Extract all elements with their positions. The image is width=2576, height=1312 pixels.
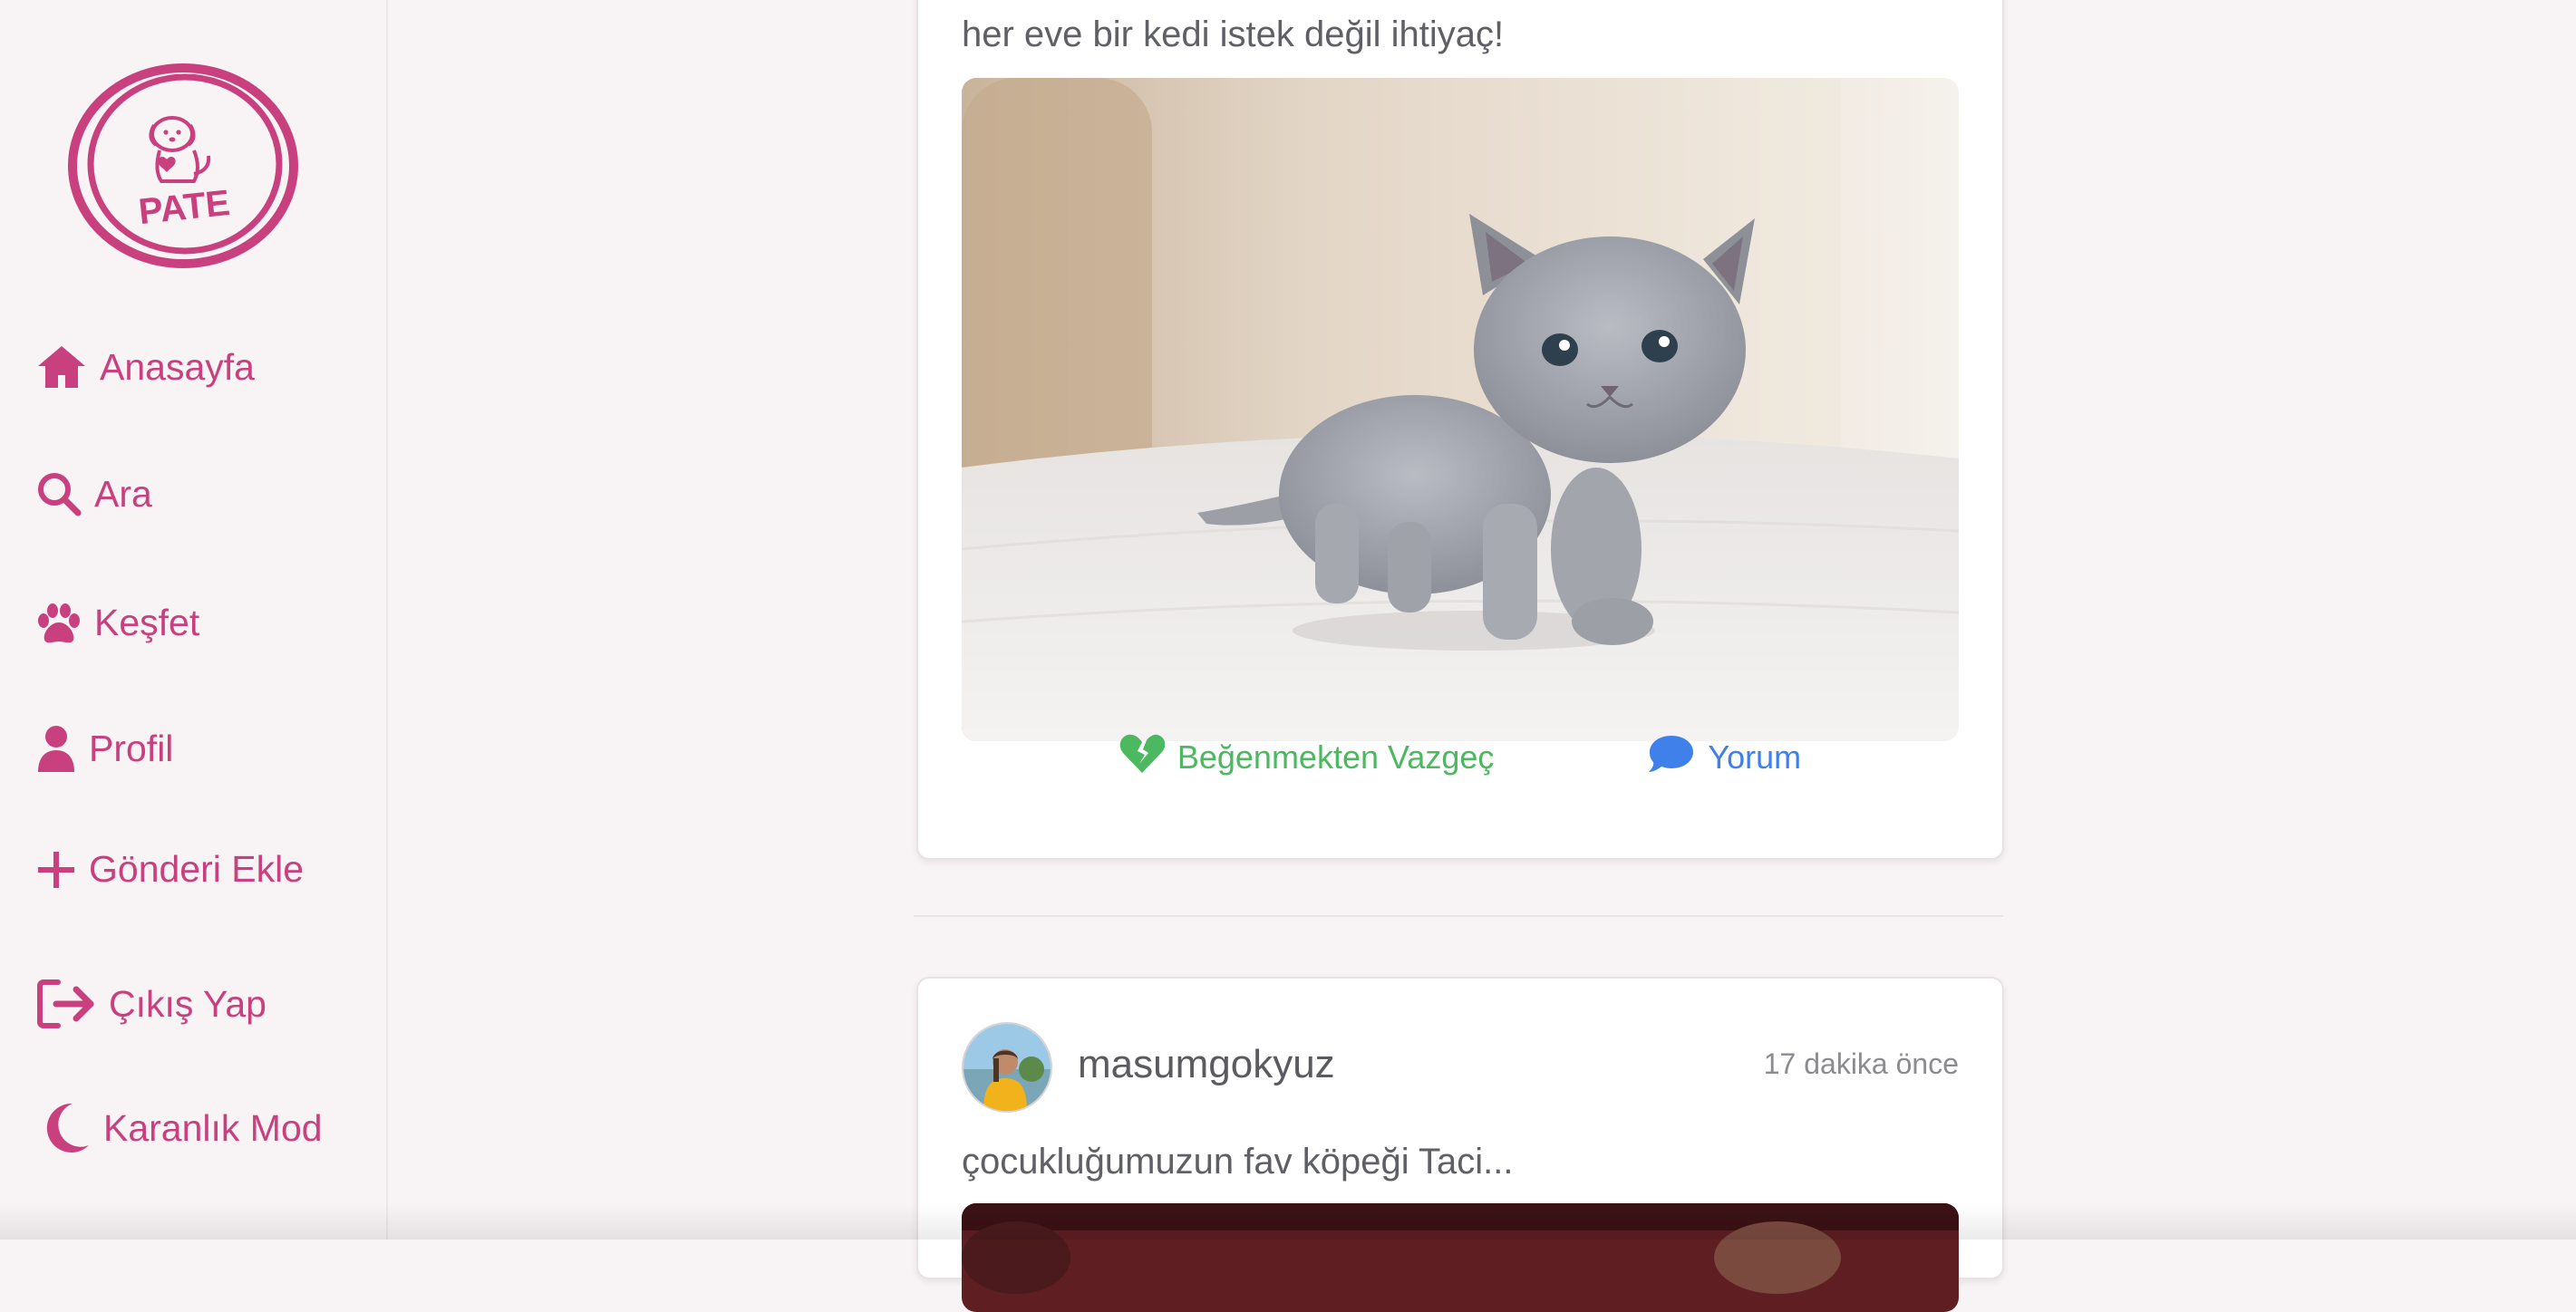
sidebar-item-label: Gönderi Ekle: [89, 848, 305, 890]
post-image[interactable]: [962, 78, 1959, 741]
home-icon: [36, 344, 87, 390]
post-caption: çocukluğumuzun fav köpeği Taci...: [962, 1142, 1514, 1182]
logo-text: PATE: [137, 183, 232, 232]
comment-label: Yorum: [1708, 738, 1802, 776]
sidebar-item-label: Karanlık Mod: [103, 1106, 323, 1149]
bottom-shadow: [0, 1203, 2576, 1240]
post-card: her eve bir kedi istek değil ihtiyaç! Be…: [916, 0, 2004, 860]
comment-icon: [1648, 734, 1695, 782]
sidebar-item-gonderi-ekle[interactable]: Gönderi Ekle: [36, 848, 304, 891]
sidebar-item-label: Çıkış Yap: [109, 982, 266, 1025]
unlike-label: Beğenmekten Vazgeç: [1177, 738, 1495, 776]
unlike-button[interactable]: Beğenmekten Vazgeç: [1119, 733, 1495, 783]
post-actions: Beğenmekten Vazgeç Yorum: [918, 730, 2002, 785]
sidebar-item-label: Ara: [94, 472, 152, 515]
search-icon: [36, 471, 82, 516]
logout-icon: [36, 979, 96, 1029]
post-timestamp: 17 dakika önce: [1763, 1047, 1959, 1080]
sidebar-item-karanlik-mod[interactable]: Karanlık Mod: [42, 1102, 323, 1154]
sidebar-item-ara[interactable]: Ara: [36, 471, 152, 516]
post-caption: her eve bir kedi istek değil ihtiyaç!: [962, 14, 1505, 54]
comment-button[interactable]: Yorum: [1648, 734, 1801, 782]
sidebar-item-anasayfa[interactable]: Anasayfa: [36, 344, 255, 390]
pate-logo[interactable]: PATE: [67, 60, 303, 270]
sidebar-item-kesfet[interactable]: Keşfet: [36, 602, 199, 644]
sidebar-item-label: Anasayfa: [100, 345, 255, 388]
sidebar-item-cikis-yap[interactable]: Çıkış Yap: [36, 979, 266, 1029]
post-username[interactable]: masumgokyuz: [1078, 1042, 1335, 1087]
user-icon: [36, 725, 76, 772]
post-divider: [914, 915, 2003, 917]
sidebar-item-label: Keşfet: [94, 602, 200, 643]
plus-icon: [36, 850, 76, 890]
sidebar: PATE Anasayfa Ara Keşfet Profil Gönderi …: [0, 0, 388, 1240]
paw-icon: [36, 603, 82, 644]
sidebar-item-label: Profil: [89, 727, 174, 769]
moon-icon: [42, 1102, 91, 1154]
sidebar-item-profil[interactable]: Profil: [36, 725, 173, 772]
avatar[interactable]: [962, 1022, 1052, 1113]
heart-broken-icon: [1119, 733, 1166, 783]
